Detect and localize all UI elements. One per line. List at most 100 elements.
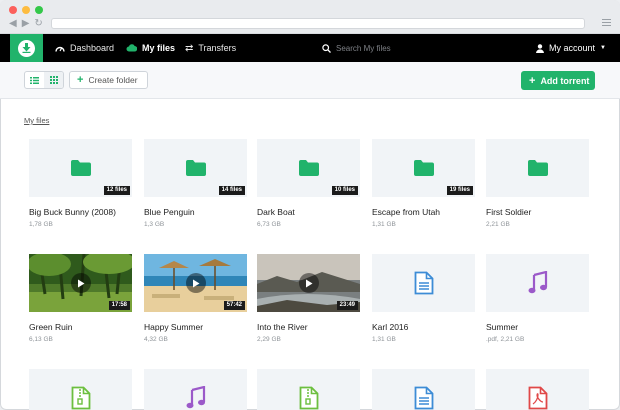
file-thumbnail[interactable]: 10 files xyxy=(257,139,360,197)
file-thumbnail[interactable]: 12 files xyxy=(29,139,132,197)
file-size: 4,32 GB xyxy=(144,336,168,343)
breadcrumb[interactable]: My files xyxy=(24,116,49,125)
archive-icon xyxy=(71,386,90,410)
back-arrow-icon[interactable]: ◀ xyxy=(9,18,17,30)
file-name[interactable]: Blue Penguin xyxy=(144,207,247,217)
chevron-down-icon: ▼ xyxy=(600,45,606,51)
folder-icon xyxy=(413,160,434,176)
file-card[interactable] xyxy=(29,369,132,410)
file-size: 2,29 GB xyxy=(257,336,281,343)
browser-menu-icon[interactable] xyxy=(602,19,611,28)
file-name[interactable]: Dark Boat xyxy=(257,207,360,217)
grid-view-icon xyxy=(49,76,58,84)
file-count-badge: 14 files xyxy=(218,186,245,195)
archive-icon xyxy=(299,386,318,410)
reload-icon[interactable]: ↻ xyxy=(34,18,42,30)
file-thumbnail[interactable]: 14 files xyxy=(144,139,247,197)
search-bar[interactable]: Search My files xyxy=(322,34,391,62)
browser-chrome: ◀ ▶ ↻ xyxy=(0,0,620,34)
forward-arrow-icon[interactable]: ▶ xyxy=(22,18,30,30)
file-name[interactable]: Happy Summer xyxy=(144,322,247,332)
file-name[interactable]: Into the River xyxy=(257,322,360,332)
file-thumbnail[interactable] xyxy=(372,254,475,312)
file-thumbnail[interactable] xyxy=(372,369,475,410)
nav-my-files[interactable]: My files xyxy=(126,34,175,62)
dashboard-icon xyxy=(55,46,65,52)
add-torrent-button[interactable]: + Add torrent xyxy=(521,71,595,90)
file-thumbnail[interactable] xyxy=(144,369,247,410)
duration-badge: 17:58 xyxy=(108,301,130,310)
file-count-badge: 19 files xyxy=(446,186,473,195)
file-thumbnail[interactable] xyxy=(257,369,360,410)
nav-dashboard[interactable]: Dashboard xyxy=(55,34,114,62)
logo[interactable] xyxy=(10,34,43,62)
nav-transfers[interactable]: ⇄ Transfers xyxy=(185,34,236,62)
list-view-button[interactable] xyxy=(25,72,44,88)
document-icon xyxy=(414,386,433,410)
grid-view-button[interactable] xyxy=(44,72,63,88)
file-thumbnail[interactable]: 57:42 xyxy=(144,254,247,312)
file-name[interactable]: Big Buck Bunny (2008) xyxy=(29,207,132,217)
window-controls xyxy=(9,6,43,14)
file-size: 1,78 GB xyxy=(29,221,53,228)
file-card[interactable] xyxy=(372,369,475,410)
file-name[interactable]: Summer xyxy=(486,322,589,332)
file-name[interactable]: First Soldier xyxy=(486,207,589,217)
file-card[interactable]: 19 files Escape from Utah 1,31 GB xyxy=(372,139,475,228)
file-card[interactable]: Karl 2016 1,31 GB xyxy=(372,254,475,343)
file-name[interactable]: Karl 2016 xyxy=(372,322,475,332)
file-thumbnail[interactable] xyxy=(486,254,589,312)
search-icon xyxy=(322,43,331,53)
file-size: 1,31 GB xyxy=(372,221,396,228)
browser-window: ◀ ▶ ↻ Dashboard My files ⇄ Transfers Sea… xyxy=(0,0,620,410)
folder-icon xyxy=(70,160,91,176)
file-card[interactable]: 23:49 Into the River 2,29 GB xyxy=(257,254,360,343)
file-toolbar: + Create folder + Add torrent xyxy=(0,62,620,99)
file-thumbnail[interactable]: 17:58 xyxy=(29,254,132,312)
file-card[interactable] xyxy=(144,369,247,410)
file-count-badge: 12 files xyxy=(103,186,130,195)
file-thumbnail[interactable] xyxy=(486,139,589,197)
folder-icon xyxy=(185,160,206,176)
duration-badge: 57:42 xyxy=(223,301,245,310)
file-thumbnail[interactable] xyxy=(486,369,589,410)
minimize-window-icon[interactable] xyxy=(22,6,30,14)
address-bar[interactable] xyxy=(51,18,585,29)
file-thumbnail[interactable]: 23:49 xyxy=(257,254,360,312)
list-view-icon xyxy=(30,76,39,84)
file-name[interactable]: Escape from Utah xyxy=(372,207,475,217)
cloud-icon xyxy=(126,44,137,52)
play-icon[interactable] xyxy=(70,273,91,293)
plus-icon: + xyxy=(529,74,536,87)
account-menu[interactable]: My account ▼ xyxy=(536,34,606,62)
file-thumbnail[interactable]: 19 files xyxy=(372,139,475,197)
close-window-icon[interactable] xyxy=(9,6,17,14)
nav-transfers-label: Transfers xyxy=(198,43,237,53)
file-size: .pdf, 2,21 GB xyxy=(486,336,525,343)
file-card[interactable]: 10 files Dark Boat 6,73 GB xyxy=(257,139,360,228)
search-input[interactable]: Search My files xyxy=(336,44,391,53)
file-name[interactable]: Green Ruin xyxy=(29,322,132,332)
download-logo-icon xyxy=(18,39,35,57)
nav-my-files-label: My files xyxy=(142,43,176,53)
user-icon xyxy=(536,43,545,53)
plus-icon: + xyxy=(77,74,84,86)
document-icon xyxy=(414,271,433,295)
file-size: 2,21 GB xyxy=(486,221,510,228)
file-card[interactable]: 12 files Big Buck Bunny (2008) 1,78 GB xyxy=(29,139,132,228)
maximize-window-icon[interactable] xyxy=(35,6,43,14)
file-card[interactable] xyxy=(486,369,589,410)
file-thumbnail[interactable] xyxy=(29,369,132,410)
file-card[interactable]: Summer .pdf, 2,21 GB xyxy=(486,254,589,343)
file-card[interactable]: 14 files Blue Penguin 1,3 GB xyxy=(144,139,247,228)
play-icon[interactable] xyxy=(298,273,319,293)
folder-icon xyxy=(527,160,548,176)
file-size: 6,73 GB xyxy=(257,221,281,228)
create-folder-button[interactable]: + Create folder xyxy=(69,71,148,89)
file-card[interactable]: 17:58 Green Ruin 6,13 GB xyxy=(29,254,132,343)
file-card[interactable] xyxy=(257,369,360,410)
file-card[interactable]: First Soldier 2,21 GB xyxy=(486,139,589,228)
play-icon[interactable] xyxy=(185,273,206,293)
file-card[interactable]: 57:42 Happy Summer 4,32 GB xyxy=(144,254,247,343)
top-navigation: Dashboard My files ⇄ Transfers Search My… xyxy=(0,34,620,62)
